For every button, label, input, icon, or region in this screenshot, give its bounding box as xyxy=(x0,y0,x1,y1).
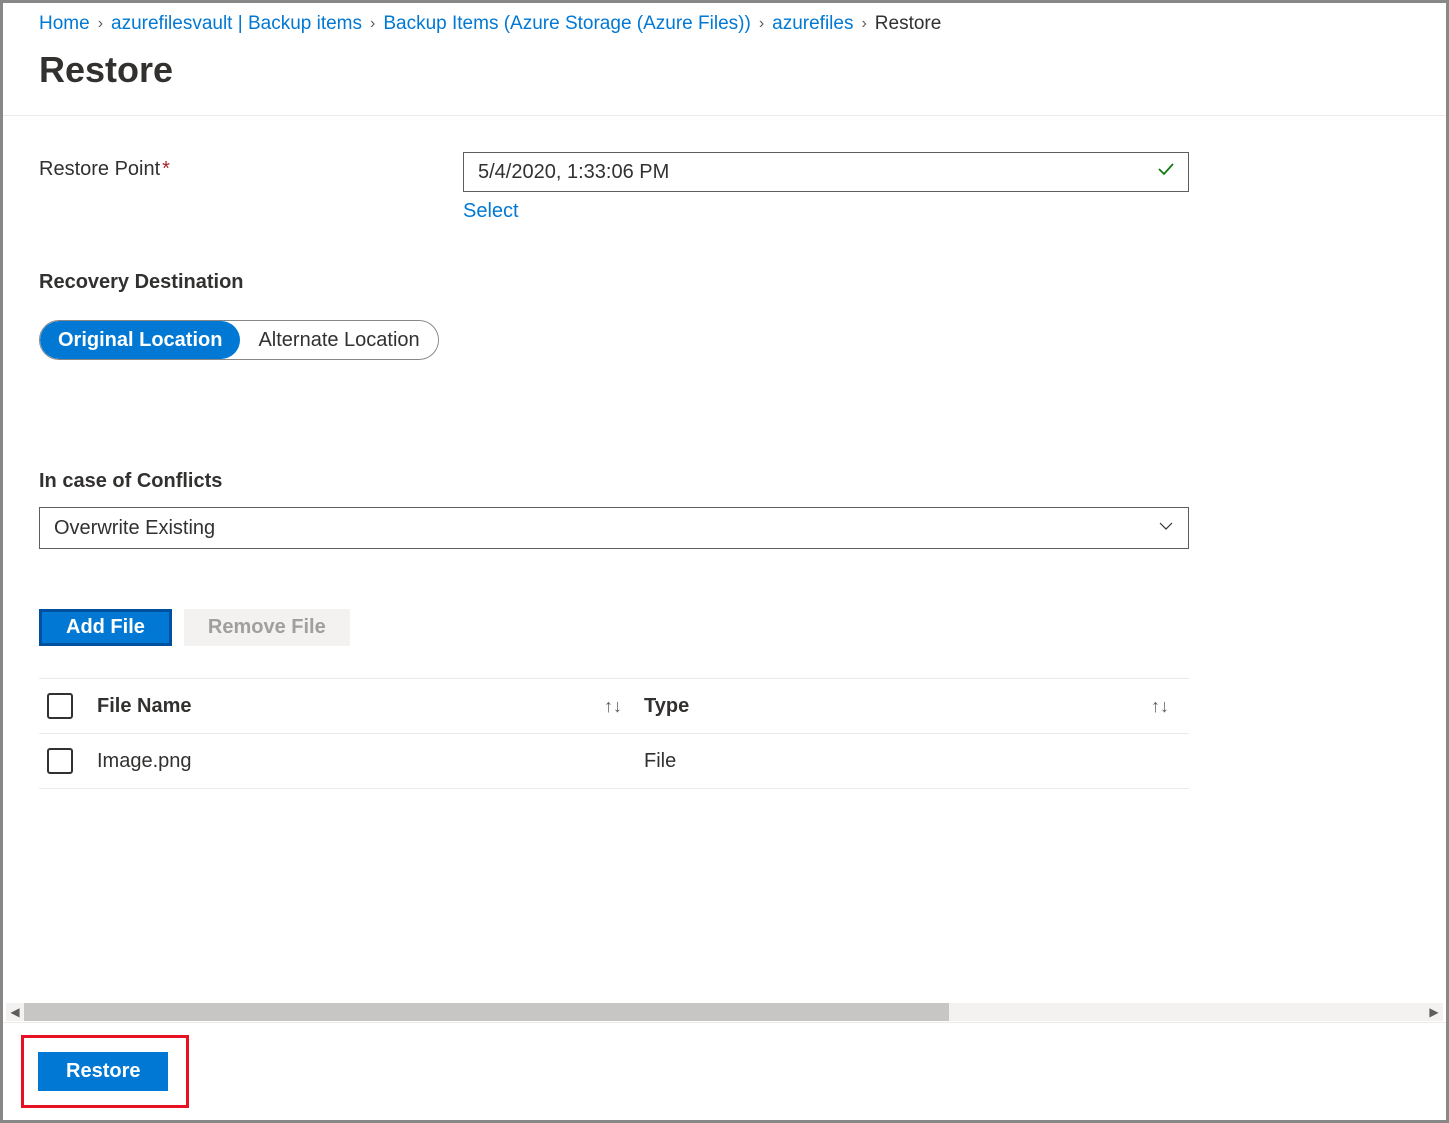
highlight-annotation: Restore xyxy=(21,1035,189,1108)
select-restore-point-link[interactable]: Select xyxy=(463,200,519,223)
breadcrumb-current: Restore xyxy=(875,13,942,35)
restore-button[interactable]: Restore xyxy=(38,1052,168,1091)
conflicts-select[interactable]: Overwrite Existing xyxy=(39,507,1189,549)
table-row[interactable]: Image.png File xyxy=(39,734,1189,789)
column-file-name[interactable]: File Name xyxy=(97,695,191,718)
breadcrumb-vault[interactable]: azurefilesvault | Backup items xyxy=(111,13,362,35)
restore-point-input[interactable]: 5/4/2020, 1:33:06 PM xyxy=(463,152,1189,192)
breadcrumb: Home › azurefilesvault | Backup items › … xyxy=(3,3,1446,43)
restore-point-label: Restore Point* xyxy=(39,152,463,181)
remove-file-button: Remove File xyxy=(184,609,350,646)
horizontal-scrollbar[interactable]: ◀ ▶ xyxy=(6,1003,1443,1021)
chevron-right-icon: › xyxy=(370,15,375,33)
chevron-right-icon: › xyxy=(759,15,764,33)
page-title: Restore xyxy=(3,43,1446,116)
footer: Restore xyxy=(3,1022,1446,1120)
add-file-button[interactable]: Add File xyxy=(39,609,172,646)
breadcrumb-azurefiles[interactable]: azurefiles xyxy=(772,13,853,35)
scroll-left-icon[interactable]: ◀ xyxy=(6,1005,24,1019)
sort-icon[interactable]: ↑↓ xyxy=(1151,696,1169,717)
file-table: File Name ↑↓ Type ↑↓ Image.png File xyxy=(39,678,1189,789)
sort-icon[interactable]: ↑↓ xyxy=(604,696,622,717)
breadcrumb-backup-items[interactable]: Backup Items (Azure Storage (Azure Files… xyxy=(383,13,750,35)
chevron-right-icon: › xyxy=(861,15,866,33)
scrollbar-thumb[interactable] xyxy=(24,1003,949,1021)
breadcrumb-home[interactable]: Home xyxy=(39,13,90,35)
toggle-original-location[interactable]: Original Location xyxy=(40,321,240,359)
chevron-right-icon: › xyxy=(98,15,103,33)
row-checkbox[interactable] xyxy=(47,748,73,774)
column-type[interactable]: Type xyxy=(644,695,689,718)
file-type-cell: File xyxy=(644,750,676,773)
recovery-destination-toggle: Original Location Alternate Location xyxy=(39,320,439,360)
conflicts-label: In case of Conflicts xyxy=(39,470,1410,493)
recovery-destination-heading: Recovery Destination xyxy=(39,271,1410,294)
required-asterisk: * xyxy=(162,158,170,180)
table-header: File Name ↑↓ Type ↑↓ xyxy=(39,678,1189,734)
scroll-right-icon[interactable]: ▶ xyxy=(1425,1005,1443,1019)
restore-point-row: Restore Point* 5/4/2020, 1:33:06 PM Sele… xyxy=(39,152,1410,223)
chevron-down-icon xyxy=(1158,517,1174,540)
file-name-cell: Image.png xyxy=(97,750,192,773)
checkmark-icon xyxy=(1156,159,1176,185)
select-all-checkbox[interactable] xyxy=(47,693,73,719)
toggle-alternate-location[interactable]: Alternate Location xyxy=(240,321,437,359)
